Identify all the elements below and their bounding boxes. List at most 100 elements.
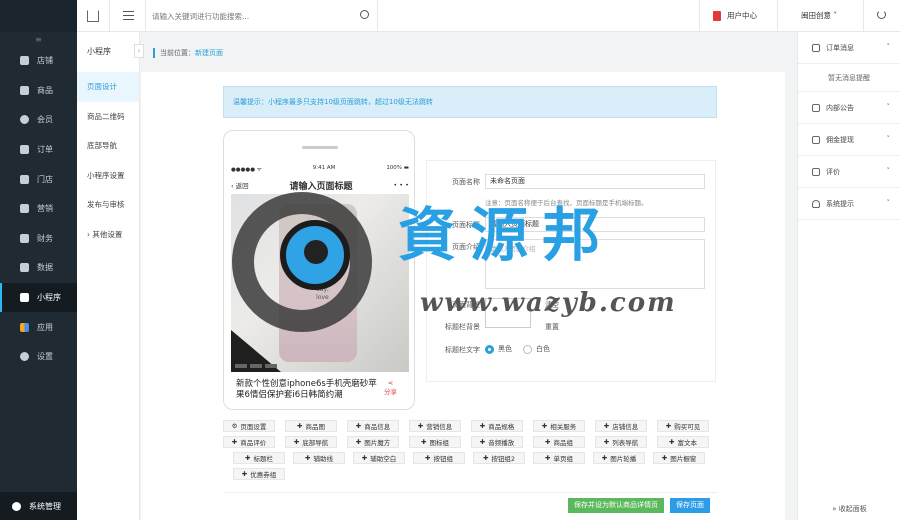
- plus-icon: ✚: [361, 454, 368, 462]
- comp-button-group-2[interactable]: ✚ 按钮组2: [473, 452, 525, 464]
- nav-label: 数据: [37, 263, 53, 273]
- nav-item-order[interactable]: 订单: [0, 135, 77, 165]
- plus-icon: ✚: [601, 454, 608, 462]
- indicator-dot: [265, 364, 277, 368]
- chevron-down-icon: ˅: [886, 199, 891, 207]
- section-reviews[interactable]: 评价 ˅: [798, 156, 900, 188]
- nav-label: 应用: [37, 322, 53, 332]
- plus-icon: ✚: [297, 422, 303, 430]
- radio-white-label: 白色: [536, 345, 550, 353]
- subnav-item-bottom-nav[interactable]: 底部导航: [77, 131, 139, 161]
- power-icon[interactable]: [877, 10, 886, 19]
- menu-icon[interactable]: [123, 11, 134, 20]
- nav-item-miniapp[interactable]: 小程序: [0, 282, 77, 313]
- subnav-item-qrcode[interactable]: 商品二维码: [77, 102, 139, 132]
- page-title-input[interactable]: 请输入页面标题: [485, 217, 705, 232]
- search-input[interactable]: [152, 8, 372, 24]
- editor-panel: 温馨提示：小程序最多只支持10级页面跳转，超过10级无法跳转 ●●●●● ᯤ 9…: [141, 72, 785, 520]
- chart-icon: [20, 263, 29, 273]
- comp-audio[interactable]: ✚ 音频播放: [471, 436, 523, 448]
- comp-goods-group[interactable]: ✚ 商品组: [533, 436, 585, 448]
- page-name-label: 页面名称: [452, 178, 480, 186]
- nav-item-marketing[interactable]: 营销: [0, 194, 77, 224]
- chevron-down-icon: ˅: [886, 103, 891, 111]
- section-commission[interactable]: 佣金提现 ˅: [798, 124, 900, 156]
- logo: [0, 0, 77, 32]
- comp-purchase-visible[interactable]: ✚ 购买可见: [657, 420, 709, 432]
- nav-item-apps[interactable]: 应用: [0, 312, 77, 342]
- user-center-label: 用户中心: [727, 11, 757, 20]
- radio-black[interactable]: 黑色: [485, 344, 512, 354]
- search-icon[interactable]: [360, 10, 369, 19]
- comp-single-page[interactable]: ✚ 单页组: [533, 452, 585, 464]
- nav-item-store[interactable]: 店铺: [0, 46, 77, 76]
- comp-goods-image[interactable]: ✚ 商品图: [285, 420, 337, 432]
- collapse-nav-icon[interactable]: ≡: [0, 34, 77, 46]
- nav-item-data[interactable]: 数据: [0, 253, 77, 283]
- plus-icon: ✚: [355, 422, 362, 430]
- back-button[interactable]: ‹ 返回: [231, 180, 249, 190]
- comp-rich-text[interactable]: ✚ 富文本: [657, 436, 709, 448]
- section-announcements[interactable]: 内部公告 ˅: [798, 92, 900, 124]
- comp-goods-spec[interactable]: ✚ 商品规格: [471, 420, 523, 432]
- comp-goods-info[interactable]: ✚ 商品信息: [347, 420, 399, 432]
- save-as-default-button[interactable]: 保存并设为默认商品详情页: [568, 498, 664, 513]
- comp-bottom-nav[interactable]: ✚ 底部导航: [285, 436, 337, 448]
- product-image[interactable]: day, love: [231, 194, 409, 372]
- nav-item-shop[interactable]: 门店: [0, 164, 77, 194]
- comp-blank-space[interactable]: ✚ 辅助空白: [353, 452, 405, 464]
- section-system-tips[interactable]: 系统提示 ˅: [798, 188, 900, 220]
- plus-icon: ✚: [541, 422, 548, 430]
- comp-label: 列表导航: [612, 439, 639, 447]
- nav-label: 订单: [37, 145, 53, 155]
- comp-image-cube[interactable]: ✚ 图片魔方: [347, 436, 399, 448]
- subnav-item-publish[interactable]: 发布与审核: [77, 190, 139, 220]
- section-order-messages[interactable]: 订单消息 ˅: [798, 32, 900, 64]
- nav-label: 设置: [37, 352, 53, 362]
- comp-divider-line[interactable]: ✚ 辅助线: [293, 452, 345, 464]
- comp-title-bar[interactable]: ✚ 标题栏: [233, 452, 285, 464]
- more-icon[interactable]: • • •: [393, 181, 409, 189]
- comp-label: 底部导航: [302, 439, 329, 447]
- user-center-link[interactable]: 用户中心: [713, 10, 757, 21]
- comp-shop-info[interactable]: ✚ 店铺信息: [595, 420, 647, 432]
- subnav-item-other-settings[interactable]: › 其他设置: [77, 220, 139, 250]
- comp-goods-review[interactable]: ✚ 商品评价: [223, 436, 275, 448]
- comp-related-service[interactable]: ✚ 相关服务: [533, 420, 585, 432]
- comp-marketing-info[interactable]: ✚ 营销信息: [409, 420, 461, 432]
- comp-button-group[interactable]: ✚ 按钮组: [413, 452, 465, 464]
- phone-preview[interactable]: ●●●●● ᯤ 9:41 AM 100% ▬ ‹ 返回 请输入页面标题 • • …: [223, 130, 415, 410]
- page-desc-textarea[interactable]: 请输入页面介绍: [485, 239, 705, 289]
- plus-icon: ✚: [421, 438, 427, 446]
- nav-item-goods[interactable]: 商品: [0, 76, 77, 106]
- comp-icon-group[interactable]: ✚ 图标组: [409, 436, 461, 448]
- save-page-button[interactable]: 保存页面: [670, 498, 710, 513]
- nav-item-member[interactable]: 会员: [0, 105, 77, 135]
- nav-item-finance[interactable]: 财务: [0, 224, 77, 254]
- subnav-item-miniapp-settings[interactable]: 小程序设置: [77, 161, 139, 191]
- breadcrumb-current[interactable]: 新建页面: [195, 49, 223, 57]
- gear-icon: [20, 352, 29, 362]
- clear-bg-button[interactable]: 清空: [545, 300, 559, 311]
- shop-selector[interactable]: 闽田创意 ˅: [801, 10, 837, 21]
- comp-list-nav[interactable]: ✚ 列表导航: [595, 436, 647, 448]
- subnav-item-page-design[interactable]: 页面设计: [77, 72, 139, 102]
- share-button[interactable]: ⋖ 分享: [384, 379, 397, 397]
- title-bg-label: 标题栏背景: [445, 323, 480, 331]
- comp-image-showcase[interactable]: ✚ 图片橱窗: [653, 452, 705, 464]
- collapse-panel-button[interactable]: » 收起面板: [798, 504, 900, 514]
- breadcrumb-prefix: 当前位置：: [160, 49, 195, 57]
- reset-title-bg-button[interactable]: 重置: [545, 322, 559, 333]
- comp-image-carousel[interactable]: ✚ 图片轮播: [593, 452, 645, 464]
- comp-coupon-group[interactable]: ✚ 优惠券组: [233, 468, 285, 480]
- bg-color-picker[interactable]: [485, 298, 531, 328]
- plus-icon: ✚: [479, 438, 486, 446]
- radio-white[interactable]: 白色: [523, 344, 550, 354]
- page-name-input[interactable]: 未命名页面: [485, 174, 705, 189]
- radio-checked-icon: [485, 344, 494, 354]
- comp-page-settings[interactable]: ⚙ 页面设置: [223, 420, 275, 432]
- home-icon[interactable]: [87, 10, 99, 22]
- nav-item-settings[interactable]: 设置: [0, 342, 77, 372]
- divider: [145, 0, 146, 32]
- system-management-button[interactable]: 系统管理: [0, 492, 77, 520]
